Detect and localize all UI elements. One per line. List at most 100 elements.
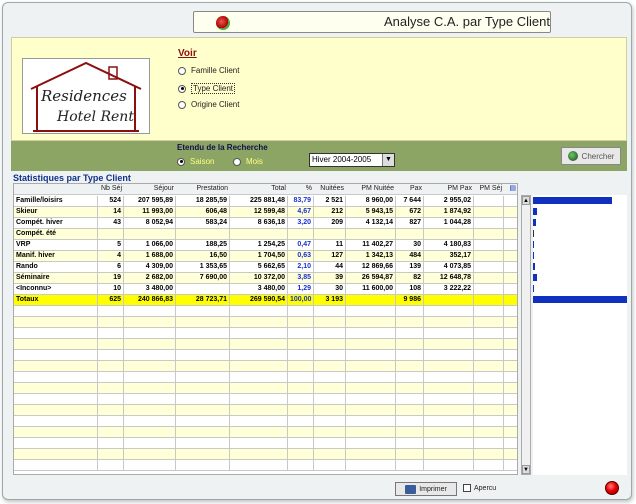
column-header[interactable]: PM Nuitée [346, 184, 394, 194]
table-row[interactable]: Compét. été [14, 229, 517, 240]
empty-row[interactable] [14, 416, 517, 427]
period-select[interactable]: Hiver 2004-2005 ▼ [309, 153, 395, 167]
table-row[interactable]: VRP 5 1 066,00 188,25 1 254,25 0,47 11 11 402,2… [14, 240, 517, 251]
table-cell: 625 [98, 295, 124, 305]
table-cell [396, 361, 424, 371]
table-cell [396, 383, 424, 393]
table-cell [176, 372, 230, 382]
radio-dot[interactable] [178, 100, 186, 109]
table-cell: 7 644 [396, 196, 424, 206]
table-cell: VRP [14, 240, 98, 250]
table-cell [424, 416, 474, 426]
column-header[interactable]: Prestation [176, 184, 228, 194]
table-row[interactable]: Rando 6 4 309,00 1 353,65 5 662,65 2,10 44 12 8… [14, 262, 517, 273]
empty-row[interactable] [14, 339, 517, 350]
table-cell: 5 [98, 240, 124, 250]
chercher-button[interactable]: Chercher [561, 147, 621, 165]
radio-famille-client[interactable]: Famille Client [178, 66, 239, 75]
column-header[interactable]: Séjour [124, 184, 174, 194]
empty-row[interactable] [14, 350, 517, 361]
table-cell: 209 [314, 218, 346, 228]
table-cell [474, 449, 504, 459]
column-header[interactable]: Nb Séj [98, 184, 122, 194]
imprimer-button[interactable]: Imprimer [395, 482, 457, 496]
bottom-bar: Imprimer Apercu [11, 479, 627, 499]
table-row[interactable]: Séminaire 19 2 682,00 7 690,00 10 372,00 3,85… [14, 273, 517, 284]
column-header[interactable]: Nuitées [314, 184, 344, 194]
table-cell [424, 427, 474, 437]
options-panel: Residences Hotel Rent Voir Famille Clien… [11, 37, 627, 141]
empty-row[interactable] [14, 427, 517, 438]
radio-type-client[interactable]: Type Client [178, 83, 236, 94]
scroll-up-icon[interactable]: ▲ [522, 196, 530, 205]
table-cell: 3,20 [288, 218, 314, 228]
scroll-down-icon[interactable]: ▼ [522, 465, 530, 474]
table-cell [124, 350, 176, 360]
table-cell [124, 372, 176, 382]
table-cell: 30 [314, 284, 346, 294]
table-cell [98, 438, 124, 448]
table-cell [474, 306, 504, 316]
table-cell [124, 383, 176, 393]
table-cell [396, 449, 424, 459]
empty-row[interactable] [14, 438, 517, 449]
table-cell: 5 943,15 [346, 207, 396, 217]
table-cell: 7 690,00 [176, 273, 230, 283]
table-cell [288, 317, 314, 327]
column-header[interactable]: PM Pax [424, 184, 472, 194]
table-cell [176, 339, 230, 349]
percentage-bar [533, 252, 534, 259]
table-options-icon[interactable]: ▤ [506, 184, 516, 194]
radio-dot[interactable] [178, 66, 186, 75]
table-scrollbar[interactable]: ▲ ▼ [521, 195, 531, 475]
percentage-bars [533, 195, 627, 475]
totals-row[interactable]: Totaux 625 240 866,83 28 723,71 269 590,54 10… [14, 295, 517, 306]
table-cell [346, 405, 396, 415]
close-stop-icon[interactable] [605, 481, 619, 495]
table-cell [176, 394, 230, 404]
table-cell: 127 [314, 251, 346, 261]
table-cell [314, 328, 346, 338]
table-cell: 11 600,00 [346, 284, 396, 294]
apercu-checkbox[interactable]: Apercu [463, 484, 496, 492]
table-cell [346, 317, 396, 327]
table-cell [474, 262, 504, 272]
column-header[interactable]: % [288, 184, 312, 194]
empty-row[interactable] [14, 361, 517, 372]
empty-row[interactable] [14, 383, 517, 394]
column-header[interactable]: Total [230, 184, 286, 194]
table-cell: 19 [98, 273, 124, 283]
percentage-bar [533, 219, 536, 226]
table-cell [424, 460, 474, 470]
table-cell [396, 306, 424, 316]
column-header[interactable]: Pax [396, 184, 422, 194]
chevron-down-icon[interactable]: ▼ [382, 154, 394, 166]
radio-dot[interactable] [177, 157, 185, 166]
table-cell: Séminaire [14, 273, 98, 283]
empty-row[interactable] [14, 317, 517, 328]
empty-row[interactable] [14, 449, 517, 460]
table-cell: 12 599,48 [230, 207, 288, 217]
table-cell [396, 416, 424, 426]
radio-dot[interactable] [178, 84, 186, 93]
empty-row[interactable] [14, 460, 517, 471]
table-cell [176, 383, 230, 393]
column-header[interactable]: PM Séj [474, 184, 502, 194]
radio-saison[interactable]: Saison [177, 157, 214, 166]
empty-row[interactable] [14, 394, 517, 405]
table-row[interactable]: Compét. hiver 43 8 052,94 583,24 8 636,18 3,2… [14, 218, 517, 229]
table-row[interactable]: Skieur 14 11 993,00 606,48 12 599,48 4,67 212 5… [14, 207, 517, 218]
table-cell: 524 [98, 196, 124, 206]
empty-row[interactable] [14, 405, 517, 416]
table-row[interactable]: Manif. hiver 4 1 688,00 16,50 1 704,50 0,63 12… [14, 251, 517, 262]
empty-row[interactable] [14, 328, 517, 339]
radio-origine-client[interactable]: Origine Client [178, 100, 239, 109]
empty-row[interactable] [14, 372, 517, 383]
checkbox-box[interactable] [463, 484, 471, 492]
table-cell [230, 229, 288, 239]
radio-mois[interactable]: Mois [233, 157, 263, 166]
table-row[interactable]: Famille/loisirs 524 207 595,89 18 285,59 225… [14, 196, 517, 207]
empty-row[interactable] [14, 306, 517, 317]
table-row[interactable]: <Inconnu> 10 3 480,00 3 480,00 1,29 30 11 600,… [14, 284, 517, 295]
radio-dot[interactable] [233, 157, 241, 166]
